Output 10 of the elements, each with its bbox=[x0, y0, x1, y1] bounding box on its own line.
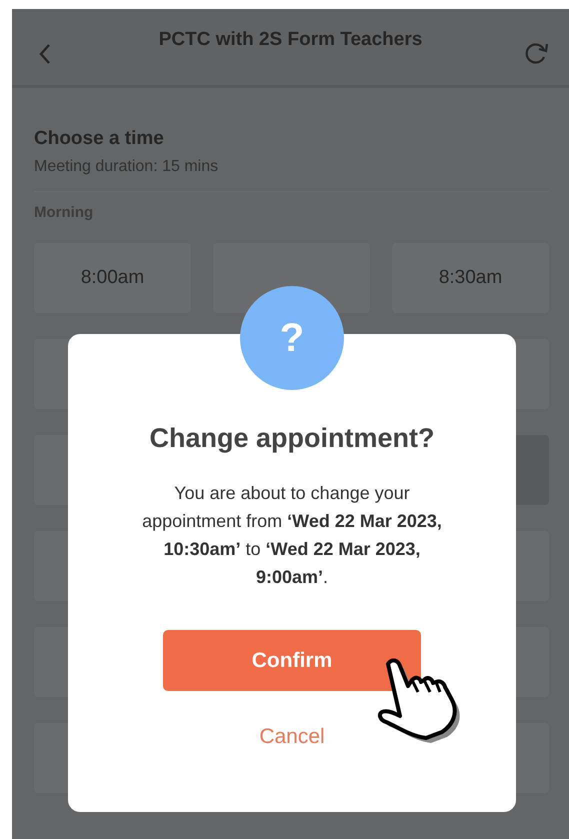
time-slot[interactable]: 8:30am bbox=[392, 243, 549, 314]
dialog-message: You are about to change your appointment from ‘Wed 22 Mar 2023, 10:30am’ to ‘Wed 22 Mar 2023, 9:00am’. bbox=[141, 482, 443, 590]
confirm-button[interactable]: Confirm bbox=[163, 630, 421, 691]
section-title: Choose a time bbox=[34, 128, 165, 151]
time-slot[interactable]: 8:00am bbox=[34, 243, 191, 314]
page-title: PCTC with 2S Form Teachers bbox=[158, 28, 424, 52]
dialog-title: Change appointment? bbox=[148, 422, 436, 454]
cancel-link[interactable]: Cancel bbox=[259, 720, 325, 752]
refresh-icon[interactable] bbox=[524, 41, 550, 66]
back-icon[interactable] bbox=[38, 42, 52, 66]
